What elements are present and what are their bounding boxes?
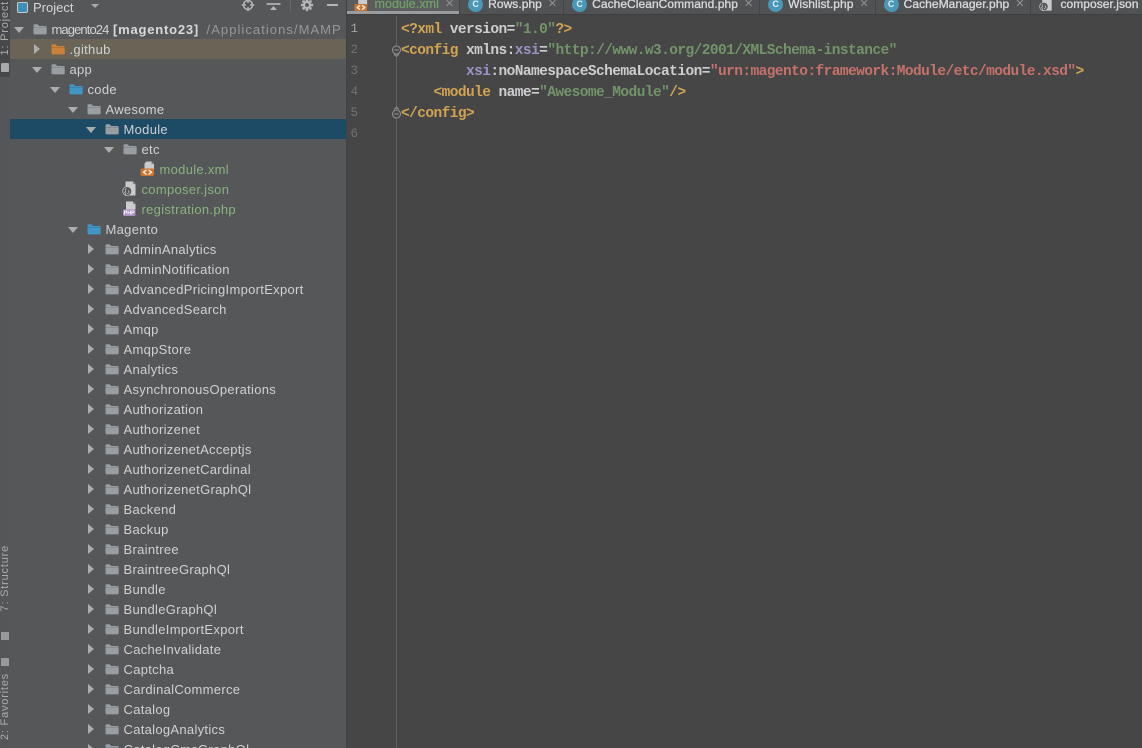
svg-text:PHP: PHP [124, 211, 135, 217]
svg-text:{♪: {♪ [124, 189, 130, 196]
svg-text:{♪: {♪ [1042, 4, 1047, 11]
